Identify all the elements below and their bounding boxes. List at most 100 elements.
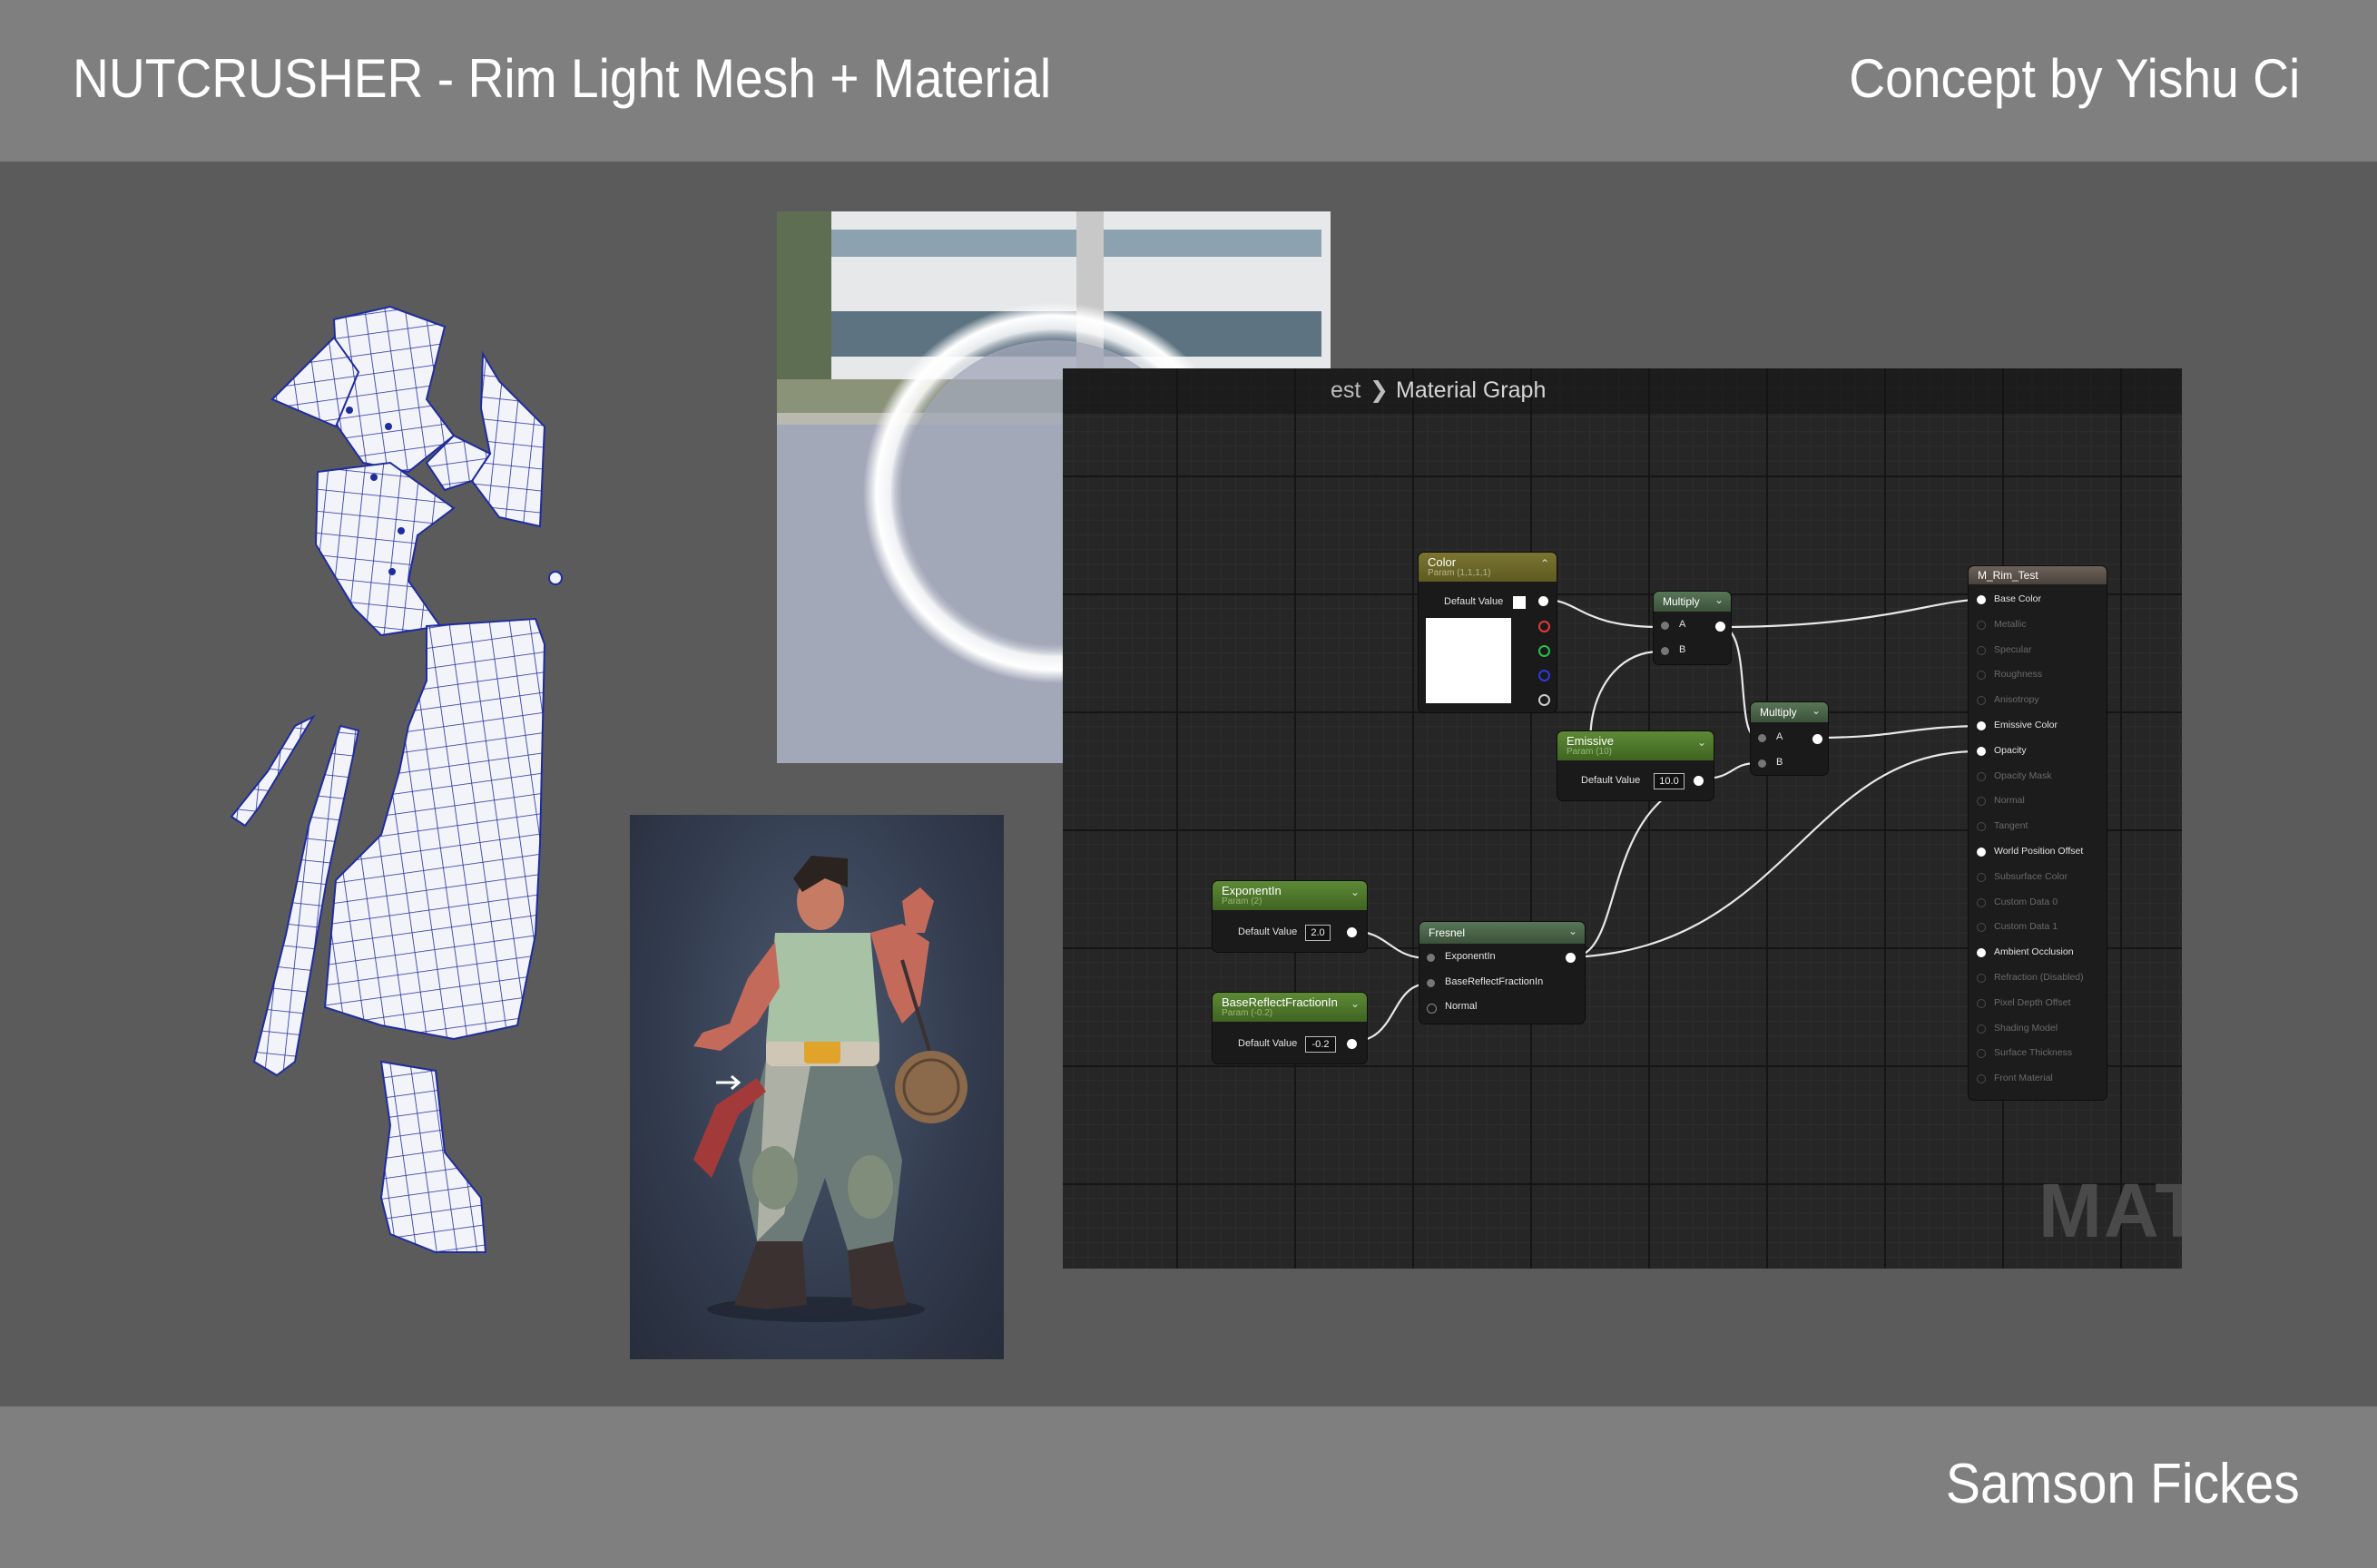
result-input-pin-icon[interactable] — [1977, 848, 1986, 857]
default-value-label: Default Value — [1581, 775, 1641, 786]
multiply-node-1[interactable]: Multiply ⌄ A B — [1654, 592, 1731, 664]
node-title: M_Rim_Test — [1978, 569, 2038, 582]
green-pin-icon[interactable] — [1538, 645, 1550, 657]
collapse-chevron-icon[interactable]: ⌄ — [1351, 997, 1360, 1010]
fresnel-node[interactable]: Fresnel ⌄ ExponentIn BaseReflectFraction… — [1419, 922, 1585, 1024]
collapse-chevron-icon[interactable]: ⌄ — [1697, 736, 1706, 749]
result-input-pin-icon[interactable] — [1977, 746, 1986, 756]
blue-pin-icon[interactable] — [1538, 670, 1550, 681]
basereflect-param-node[interactable]: BaseReflectFractionIn Param (-0.2) ⌄ Def… — [1213, 993, 1367, 1063]
result-pin-label: Emissive Color — [1994, 720, 2058, 730]
collapse-chevron-icon[interactable]: ⌄ — [1568, 925, 1577, 937]
pin-label-normal: Normal — [1445, 1001, 1478, 1012]
node-subtitle: Param (1,1,1,1) — [1428, 568, 1491, 578]
result-input-pin-icon[interactable] — [1977, 771, 1986, 781]
result-input-pin-icon[interactable] — [1977, 671, 1986, 681]
result-input-pin-icon[interactable] — [1977, 998, 1986, 1008]
pin-label-a: A — [1776, 731, 1783, 742]
result-input-pin-icon[interactable] — [1977, 620, 1986, 630]
result-pin-label: Normal — [1994, 795, 2025, 807]
default-value-input[interactable]: 10.0 — [1654, 773, 1685, 789]
node-title: Emissive — [1567, 734, 1615, 748]
default-value-label: Default Value — [1238, 1038, 1298, 1049]
pin-label-b: B — [1679, 644, 1686, 655]
result-input-pin-icon[interactable] — [1977, 696, 1986, 706]
input-pin-icon[interactable] — [1661, 622, 1669, 630]
collapse-chevron-icon[interactable]: ⌄ — [1812, 704, 1821, 717]
default-value-label: Default Value — [1238, 926, 1298, 937]
result-pin-label: Surface Thickness — [1994, 1047, 2073, 1059]
result-input-pin-icon[interactable] — [1977, 948, 1986, 958]
node-subtitle: Param (10) — [1567, 747, 1613, 757]
result-input-pin-icon[interactable] — [1977, 1024, 1986, 1034]
color-param-node[interactable]: Color Param (1,1,1,1) ⌃ Default Value — [1419, 553, 1557, 712]
pin-label-a: A — [1679, 619, 1686, 630]
pin-label-basereflect: BaseReflectFractionIn — [1445, 976, 1544, 987]
result-pin-label: Custom Data 0 — [1994, 896, 2058, 907]
result-pin-label: Custom Data 1 — [1994, 921, 2058, 933]
output-pin-icon[interactable] — [1715, 622, 1725, 632]
node-title: Fresnel — [1429, 926, 1466, 939]
result-pin-label: Subsurface Color — [1994, 870, 2068, 882]
result-input-pin-icon[interactable] — [1977, 872, 1986, 882]
material-graph-panel[interactable]: est ❯ Material Graph Color Param (1,1,1,… — [1063, 368, 2182, 1269]
result-input-pin-icon[interactable] — [1977, 721, 1986, 730]
material-result-node[interactable]: M_Rim_Test Base Color Metallic Specular Rou… — [1969, 566, 2107, 1100]
default-value-input[interactable]: -0.2 — [1305, 1036, 1336, 1053]
red-pin-icon[interactable] — [1538, 621, 1550, 632]
result-pin-label: Specular — [1994, 643, 2032, 655]
result-pin-label: Front Material — [1994, 1073, 2053, 1084]
node-subtitle: Param (-0.2) — [1222, 1008, 1273, 1018]
result-pin-label: Tangent — [1994, 820, 2028, 832]
output-pin-icon[interactable] — [1694, 776, 1704, 786]
collapse-chevron-icon[interactable]: ⌃ — [1540, 557, 1549, 570]
exponentin-param-node[interactable]: ExponentIn Param (2) ⌄ Default Value 2.0 — [1213, 881, 1367, 952]
output-pin-icon[interactable] — [1347, 1039, 1357, 1049]
result-input-pin-icon[interactable] — [1977, 822, 1986, 832]
alpha-pin-icon[interactable] — [1538, 694, 1550, 706]
collapse-chevron-icon[interactable]: ⌄ — [1714, 593, 1724, 606]
color-preview-swatch — [1426, 618, 1511, 703]
material-watermark: MAT — [2038, 1168, 2182, 1253]
result-input-pin-icon[interactable] — [1977, 1049, 1986, 1059]
output-pin-icon[interactable] — [1538, 596, 1548, 606]
output-pin-icon[interactable] — [1812, 734, 1822, 744]
pin-label-b: B — [1776, 757, 1783, 768]
default-value-input[interactable]: 2.0 — [1305, 925, 1331, 941]
node-subtitle: Param (2) — [1222, 897, 1262, 906]
result-input-pin-icon[interactable] — [1977, 974, 1986, 983]
collapse-chevron-icon[interactable]: ⌄ — [1351, 886, 1360, 898]
emissive-param-node[interactable]: Emissive Param (10) ⌄ Default Value 10.0 — [1557, 731, 1714, 800]
result-pin-label: Pixel Depth Offset — [1994, 996, 2071, 1008]
result-pin-label: Refraction (Disabled) — [1994, 972, 2084, 983]
result-input-pin-icon[interactable] — [1977, 645, 1986, 655]
output-pin-icon[interactable] — [1347, 927, 1357, 937]
result-input-pin-icon[interactable] — [1977, 797, 1986, 807]
concept-credit: Concept by Yishu Ci — [1848, 48, 2300, 109]
input-pin-icon[interactable] — [1661, 647, 1669, 655]
character-concept-image — [630, 815, 1004, 1359]
result-input-pin-icon[interactable] — [1977, 1074, 1986, 1084]
color-swatch[interactable] — [1513, 596, 1526, 609]
input-pin-icon[interactable] — [1427, 954, 1435, 962]
page-title: NUTCRUSHER - Rim Light Mesh + Material — [73, 48, 1052, 109]
result-input-pin-icon[interactable] — [1977, 595, 1986, 604]
result-input-pin-icon[interactable] — [1977, 897, 1986, 907]
multiply-node-2[interactable]: Multiply ⌄ A B — [1751, 702, 1828, 775]
result-pin-label: World Position Offset — [1994, 846, 2084, 857]
result-pin-label: Opacity Mask — [1994, 769, 2052, 781]
input-pin-icon[interactable] — [1758, 760, 1766, 768]
result-pin-label: Anisotropy — [1994, 694, 2039, 706]
input-pin-icon[interactable] — [1427, 979, 1435, 987]
input-pin-icon[interactable] — [1758, 734, 1766, 742]
author-name: Samson Fickes — [1946, 1453, 2300, 1515]
result-pin-label: Shading Model — [1994, 1022, 2058, 1034]
node-title: Multiply — [1760, 706, 1797, 719]
result-pin-label: Ambient Occlusion — [1994, 946, 2074, 958]
result-pin-label: Roughness — [1994, 669, 2043, 681]
pin-label-exponentin: ExponentIn — [1445, 951, 1496, 962]
input-pin-icon[interactable] — [1427, 1004, 1437, 1014]
result-input-pin-icon[interactable] — [1977, 923, 1986, 933]
wireframe-mesh-image — [230, 305, 563, 1253]
output-pin-icon[interactable] — [1566, 953, 1576, 963]
